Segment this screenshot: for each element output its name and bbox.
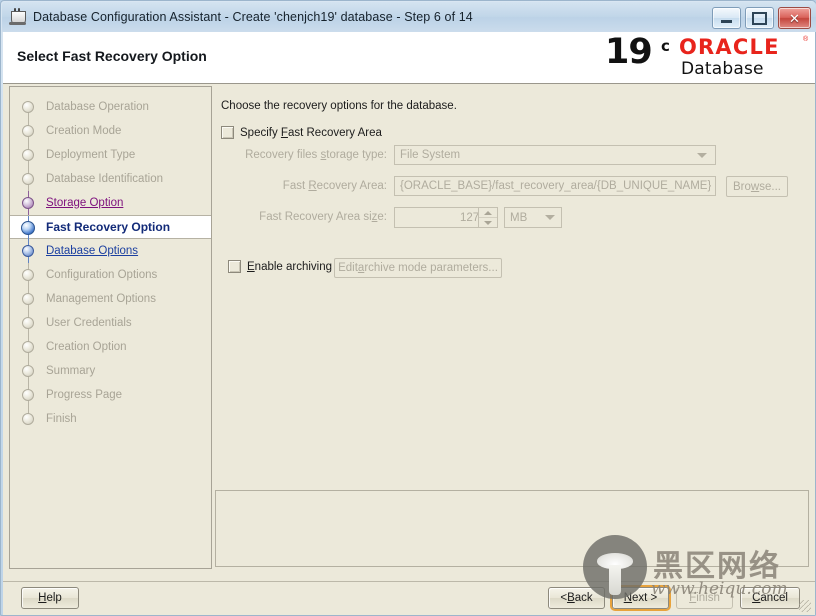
- fast-recovery-area-label: Fast Recovery Area:: [282, 180, 387, 192]
- sidebar-step-progress-page: Progress Page: [10, 383, 211, 407]
- cancel-button[interactable]: Cancel: [740, 587, 800, 609]
- step-bullet-icon: [22, 245, 34, 257]
- step-label: Fast Recovery Option: [46, 220, 171, 234]
- sidebar-step-management-options: Management Options: [10, 287, 211, 311]
- sidebar-step-finish: Finish: [10, 407, 211, 431]
- step-label: Management Options: [46, 293, 156, 305]
- sidebar-step-creation-mode: Creation Mode: [10, 119, 211, 143]
- step-label: Progress Page: [46, 389, 123, 401]
- chevron-down-icon: [545, 215, 555, 220]
- logo-version: 19: [605, 32, 653, 72]
- step-label: Database Operation: [46, 101, 149, 113]
- sidebar-step-creation-option: Creation Option: [10, 335, 211, 359]
- sidebar-step-storage-option[interactable]: Storage Option: [10, 191, 211, 215]
- logo-trademark: ®: [803, 36, 809, 43]
- minimize-icon: [721, 20, 732, 23]
- step-bullet-icon: [22, 101, 34, 113]
- step-bullet-icon: [22, 317, 34, 329]
- help-button[interactable]: Help: [21, 587, 79, 609]
- sidebar-step-database-operation: Database Operation: [10, 95, 211, 119]
- step-label: Creation Mode: [46, 125, 122, 137]
- step-bullet-icon: [22, 269, 34, 281]
- step-bullet-icon: [21, 221, 35, 235]
- specify-fast-recovery-area-checkbox[interactable]: Specify Fast Recovery Area: [221, 126, 382, 139]
- step-bullet-icon: [22, 149, 34, 161]
- step-label: Database Options: [46, 245, 139, 257]
- recovery-files-storage-type-select[interactable]: File System: [394, 145, 716, 165]
- step-bullet-icon: [22, 389, 34, 401]
- content-area: Database Operation Creation Mode Deploymen…: [3, 84, 815, 581]
- triangle-up-icon: [484, 210, 492, 215]
- chevron-down-icon: [697, 152, 707, 158]
- storage-type-value: File System: [400, 149, 461, 161]
- sidebar-step-configuration-options: Configuration Options: [10, 263, 211, 287]
- close-icon: ✕: [789, 10, 800, 26]
- checkbox-box[interactable]: [221, 126, 234, 139]
- step-label: Finish: [46, 413, 77, 425]
- sidebar-step-deployment-type: Deployment Type: [10, 143, 211, 167]
- fast-recovery-area-size-stepper[interactable]: 12732: [394, 207, 498, 228]
- step-bullet-icon: [22, 365, 34, 377]
- title-bar[interactable]: Database Configuration Assistant - Creat…: [2, 2, 816, 32]
- checkbox-label: Enable archiving: [247, 260, 333, 273]
- page-title: Select Fast Recovery Option: [17, 48, 207, 64]
- step-bullet-icon: [22, 197, 34, 209]
- wizard-steps-sidebar: Database Operation Creation Mode Deploymen…: [9, 86, 212, 569]
- dbca-window: Database Configuration Assistant - Creat…: [0, 0, 816, 616]
- java-coffee-cup-icon: [9, 8, 27, 26]
- sidebar-step-summary: Summary: [10, 359, 211, 383]
- fast-recovery-area-value: {ORACLE_BASE}/fast_recovery_area/{DB_UNI…: [400, 180, 712, 192]
- message-panel: [215, 490, 809, 567]
- step-label: User Credentials: [46, 317, 132, 329]
- main-panel: Choose the recovery options for the data…: [215, 86, 809, 486]
- window-title: Database Configuration Assistant - Creat…: [33, 10, 473, 24]
- minimize-button[interactable]: [712, 7, 741, 29]
- step-bullet-icon: [22, 413, 34, 425]
- logo-brand: ORACLE: [679, 35, 780, 59]
- maximize-icon: [752, 11, 767, 25]
- step-label: Creation Option: [46, 341, 127, 353]
- step-bullet-icon: [22, 125, 34, 137]
- step-label: Storage Option: [46, 197, 124, 209]
- fast-recovery-area-size-unit-select[interactable]: MB: [504, 207, 562, 228]
- edit-archive-mode-parameters-button[interactable]: Edit a rchive mode parameters...: [334, 258, 502, 278]
- close-button[interactable]: ✕: [778, 7, 811, 29]
- step-label: Deployment Type: [46, 149, 136, 161]
- resize-grip[interactable]: [799, 600, 811, 612]
- fast-recovery-area-input[interactable]: {ORACLE_BASE}/fast_recovery_area/{DB_UNI…: [394, 176, 716, 196]
- sidebar-step-database-options[interactable]: Database Options: [10, 239, 211, 263]
- step-label: Configuration Options: [46, 269, 158, 281]
- step-bullet-icon: [22, 341, 34, 353]
- maximize-button[interactable]: [745, 7, 774, 29]
- back-button[interactable]: < Back: [548, 587, 605, 609]
- window-controls: ✕: [712, 7, 811, 29]
- instruction-text: Choose the recovery options for the data…: [221, 100, 457, 112]
- step-label: Database Identification: [46, 173, 163, 185]
- logo-product: Database: [681, 59, 764, 79]
- sidebar-step-database-identification: Database Identification: [10, 167, 211, 191]
- sidebar-step-user-credentials: User Credentials: [10, 311, 211, 335]
- browse-button[interactable]: Bro w se...: [726, 176, 788, 197]
- enable-archiving-checkbox[interactable]: Enable archiving: [228, 260, 332, 273]
- step-bullet-icon: [22, 173, 34, 185]
- stepper-arrows[interactable]: [478, 208, 497, 227]
- next-button[interactable]: Next >: [612, 587, 669, 609]
- checkbox-label: Specify Fast Recovery Area: [240, 126, 382, 139]
- sidebar-step-fast-recovery-option[interactable]: Fast Recovery Option: [10, 215, 211, 240]
- footer-bar: Help < Back Next > Finish Cancel: [3, 581, 815, 615]
- page-header: Select Fast Recovery Option 19 c ORACLE …: [3, 32, 815, 84]
- logo-superscript: c: [661, 37, 670, 55]
- oracle-database-19c-logo: 19 c ORACLE ® Database: [605, 32, 809, 82]
- stepper-decrement[interactable]: [479, 218, 497, 227]
- recovery-files-storage-type-label: Recovery files storage type:: [245, 149, 387, 161]
- size-unit-value: MB: [510, 211, 528, 224]
- step-bullet-icon: [22, 293, 34, 305]
- stepper-increment[interactable]: [479, 208, 497, 218]
- fast-recovery-area-size-label: Fast Recovery Area size:: [259, 211, 387, 223]
- checkbox-box[interactable]: [228, 260, 241, 273]
- triangle-down-icon: [484, 220, 492, 225]
- finish-button: Finish: [676, 587, 733, 609]
- step-label: Summary: [46, 365, 96, 377]
